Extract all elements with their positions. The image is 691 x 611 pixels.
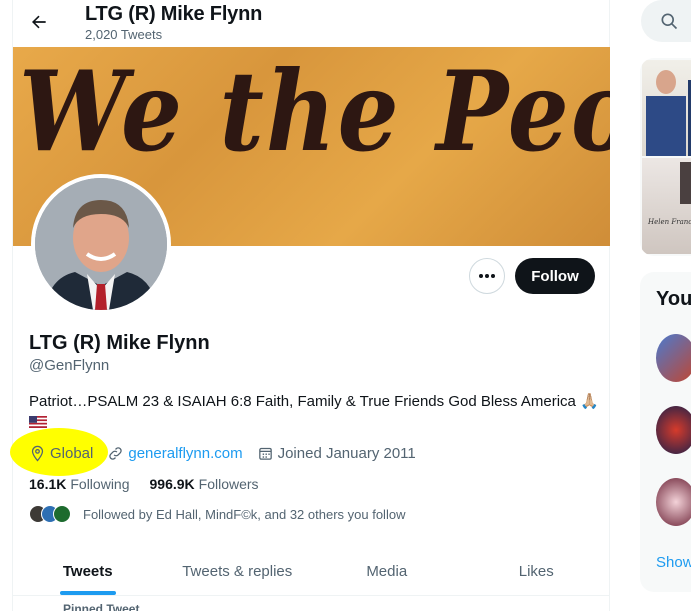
profile-meta: Global generalflynn.com Joined January 2…	[29, 443, 430, 463]
location-item: Global	[29, 445, 93, 462]
suggested-account-avatar[interactable]	[656, 406, 691, 454]
following-link[interactable]: 16.1K Following	[29, 476, 130, 492]
followers-link[interactable]: 996.9K Followers	[150, 476, 259, 492]
follow-button[interactable]: Follow	[515, 258, 595, 294]
pinned-tweet-label: Pinned Tweet	[63, 602, 140, 611]
location-pin-icon	[31, 445, 44, 462]
search-icon	[661, 13, 678, 30]
right-sidebar: Helen Frances You Show	[610, 0, 691, 611]
header-tweet-count: 2,020 Tweets	[85, 27, 163, 42]
profile-avatar[interactable]	[31, 174, 171, 314]
main-column: LTG (R) Mike Flynn 2,020 Tweets We the P…	[10, 0, 611, 611]
media-thumbnail[interactable]	[642, 60, 691, 156]
more-options-button[interactable]	[469, 258, 505, 294]
profile-tabs: Tweets Tweets & replies Media Likes	[13, 548, 611, 596]
following-count: 16.1K	[29, 476, 67, 492]
banner-script-text: We the People	[19, 47, 611, 177]
profile-handle: @GenFlynn	[29, 357, 110, 374]
media-thumbnail[interactable]: Helen Frances	[642, 158, 691, 254]
profile-media-grid[interactable]: Helen Frances	[640, 58, 691, 256]
profile-bio: Patriot…PSALM 23 & ISAIAH 6:8 Faith, Fam…	[29, 392, 599, 432]
header-display-name: LTG (R) Mike Flynn	[85, 3, 263, 25]
tab-tweets-replies[interactable]: Tweets & replies	[163, 548, 313, 595]
website-link[interactable]: generalflynn.com	[128, 445, 242, 462]
us-flag-icon	[29, 416, 47, 429]
follow-counts: 16.1K Following 996.9K Followers	[29, 476, 279, 492]
profile-header-bar: LTG (R) Mike Flynn 2,020 Tweets	[13, 0, 611, 46]
location-text: Global	[50, 444, 94, 462]
profile-display-name: LTG (R) Mike Flynn	[29, 332, 210, 354]
tab-media[interactable]: Media	[312, 548, 462, 595]
suggested-account-avatar[interactable]	[656, 334, 691, 382]
website-item[interactable]: generalflynn.com	[107, 445, 243, 462]
who-to-follow-title: You	[656, 288, 691, 310]
search-box[interactable]	[641, 0, 691, 42]
joined-item: Joined January 2011	[257, 445, 416, 462]
following-label: Following	[70, 476, 130, 492]
tab-tweets[interactable]: Tweets	[13, 548, 163, 595]
show-more-link[interactable]: Show	[656, 554, 691, 571]
followers-you-know[interactable]: Followed by Ed Hall, MindF©k, and 32 oth…	[29, 505, 405, 523]
calendar-icon	[258, 447, 272, 460]
followers-label: Followers	[198, 476, 259, 492]
media-caption: Helen Frances	[648, 218, 691, 226]
joined-text: Joined January 2011	[277, 444, 416, 462]
mutual-avatar	[53, 505, 71, 523]
suggested-account-avatar[interactable]	[656, 478, 691, 526]
back-arrow-icon[interactable]	[27, 10, 51, 34]
followed-by-text: Followed by Ed Hall, MindF©k, and 32 oth…	[83, 506, 406, 522]
followers-count: 996.9K	[149, 476, 195, 492]
bio-text: Patriot…PSALM 23 & ISAIAH 6:8 Faith, Fam…	[29, 393, 599, 410]
profile-page: LTG (R) Mike Flynn 2,020 Tweets We the P…	[0, 0, 691, 611]
link-icon	[109, 446, 123, 460]
tab-likes[interactable]: Likes	[462, 548, 612, 595]
who-to-follow-panel: You Show	[640, 272, 691, 592]
